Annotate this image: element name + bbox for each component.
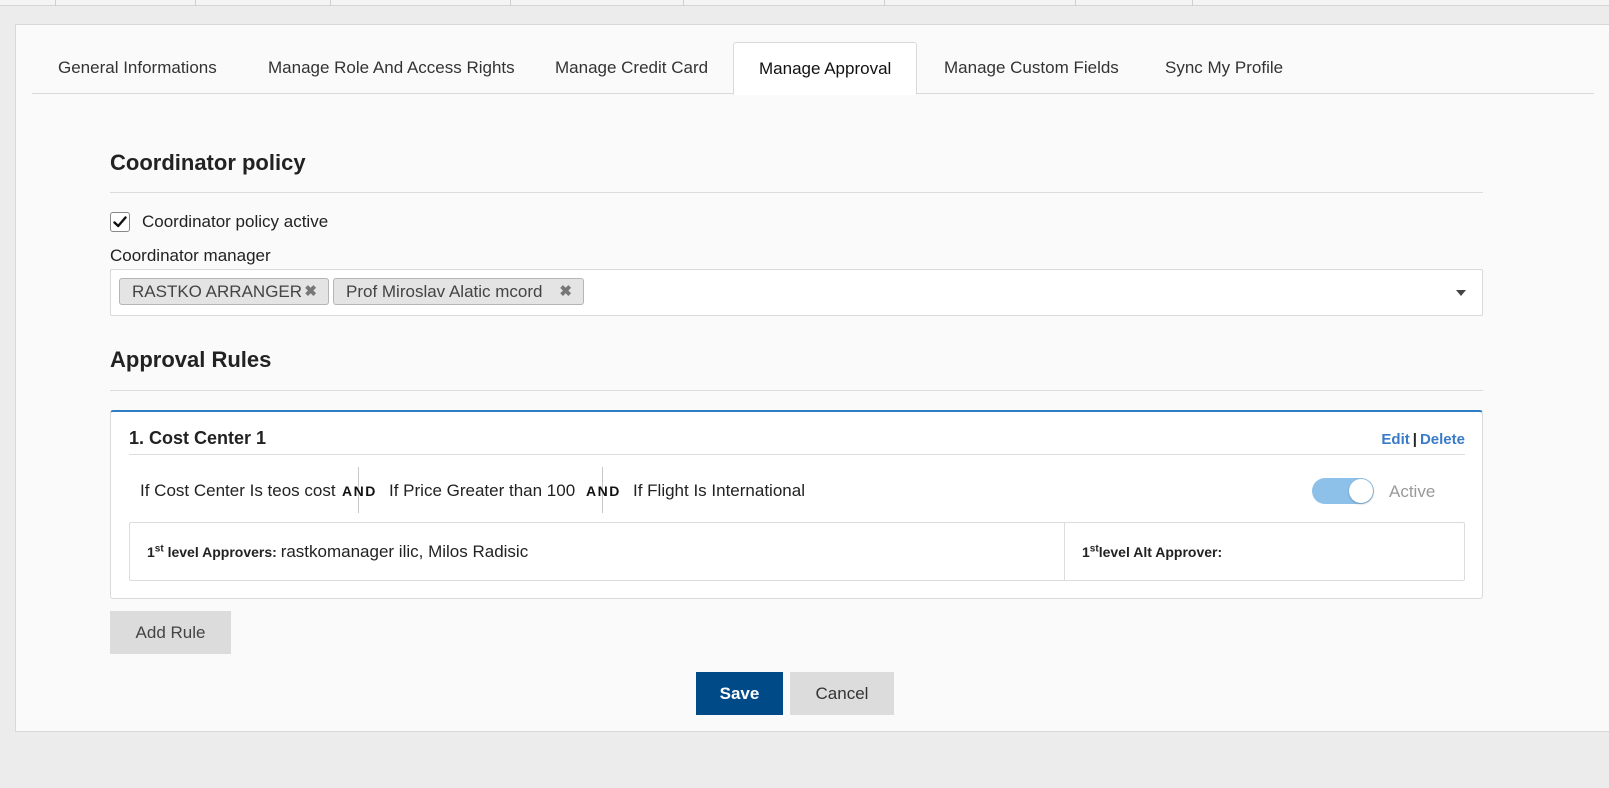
top-strip-divider [683,0,684,6]
approver-level: 1 [147,544,155,560]
rule-divider [129,454,1465,455]
tab-bar: General Informations Manage Role And Acc… [32,42,1594,95]
approval-rule-card: 1. Cost Center 1 Edit | Delete If Cost Cen… [110,410,1483,599]
top-strip [0,0,1609,6]
rule-active-label: Active [1389,482,1436,501]
top-strip-divider [195,0,196,6]
manager-tag: Prof Miroslav Alatic mcord ✖ [333,278,584,305]
first-level-approvers: 1st level Approvers: rastkomanager ilic,… [147,542,528,562]
toggle-knob [1349,479,1373,503]
alt-approver-level-suffix: st [1089,543,1099,555]
manager-tag-label: RASTKO ARRANGER [132,282,303,301]
add-rule-button[interactable]: Add Rule [110,611,231,654]
remove-tag-icon[interactable]: ✖ [304,279,317,304]
coordinator-manager-label: Coordinator manager [110,246,271,265]
rule-condition: If Flight Is International [633,481,805,500]
tab-manage-custom-fields[interactable]: Manage Custom Fields [944,42,1119,94]
rule-title: 1. Cost Center 1 [129,428,267,448]
chevron-down-icon[interactable] [1456,290,1466,296]
rule-active-toggle[interactable] [1312,478,1374,504]
coordinator-policy-title: Coordinator policy [110,150,306,175]
section-divider [110,192,1483,193]
manager-tag-label: Prof Miroslav Alatic mcord [346,282,543,301]
remove-tag-icon[interactable]: ✖ [559,279,572,304]
condition-operator: AND [342,483,377,499]
manager-tag: RASTKO ARRANGER ✖ [119,278,329,305]
top-strip-divider [884,0,885,6]
rule-condition: If Cost Center Is teos cost [140,481,336,500]
section-divider [110,390,1483,391]
approver-level-suffix: st [154,543,164,555]
condition-operator: AND [586,483,621,499]
link-separator: | [1412,431,1417,448]
tab-manage-credit-card[interactable]: Manage Credit Card [555,42,708,94]
tab-manage-role-access[interactable]: Manage Role And Access Rights [268,42,515,94]
edit-rule-link[interactable]: Edit [1381,431,1409,448]
approvers-divider [1064,523,1065,580]
delete-rule-link[interactable]: Delete [1420,431,1465,448]
settings-panel: General Informations Manage Role And Acc… [15,24,1609,732]
approvers-label: level Approvers: [163,544,281,560]
coordinator-active-label: Coordinator policy active [142,212,329,231]
top-strip-divider [330,0,331,6]
alt-approver-label: level Alt Approver: [1098,544,1223,560]
checkmark-icon [113,216,127,228]
alt-approver-level: 1 [1082,544,1090,560]
tab-general-informations[interactable]: General Informations [58,42,217,94]
tab-sync-my-profile[interactable]: Sync My Profile [1165,42,1283,94]
coordinator-active-checkbox[interactable] [110,212,130,232]
first-level-alt-approver: 1stlevel Alt Approver: [1082,542,1222,562]
top-strip-divider [1075,0,1076,6]
rule-condition: If Price Greater than 100 [389,481,576,500]
cancel-button[interactable]: Cancel [790,672,894,715]
save-button[interactable]: Save [696,672,783,715]
rule-actions: Edit | Delete [1381,431,1465,448]
top-strip-divider [510,0,511,6]
approval-rules-title: Approval Rules [110,347,272,372]
coordinator-manager-select[interactable]: RASTKO ARRANGER ✖ Prof Miroslav Alatic m… [110,269,1483,316]
tab-manage-approval[interactable]: Manage Approval [733,42,918,95]
top-strip-divider [55,0,56,6]
top-strip-divider [1192,0,1193,6]
approvers-box: 1st level Approvers: rastkomanager ilic,… [129,522,1465,581]
approvers-value: rastkomanager ilic, Milos Radisic [280,542,529,561]
